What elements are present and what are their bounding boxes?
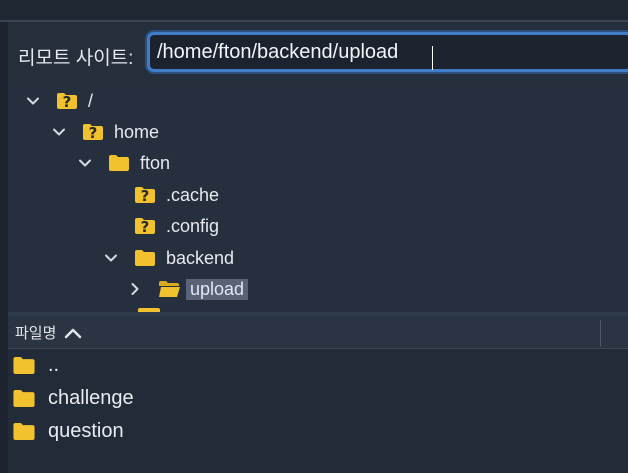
list-item[interactable]: .. [12,349,59,381]
svg-text:?: ? [63,93,72,110]
tree-item-backend[interactable]: backend [104,244,234,272]
folder-icon [12,422,36,441]
list-item-label: challenge [48,386,134,409]
svg-text:?: ? [141,218,150,235]
list-item[interactable]: challenge [12,382,134,414]
text-caret [432,46,433,70]
remote-site-bar: 리모트 사이트: [8,22,628,86]
remote-path-input[interactable] [147,32,628,72]
window-top-strip [0,0,628,20]
folder-icon [134,249,156,267]
tree-item-label: home [114,121,160,142]
tree-item-label: fton [140,152,171,173]
chevron-down-icon[interactable] [78,156,92,170]
file-list: .. challenge question [8,349,628,473]
list-item-label: .. [48,353,60,376]
unknown-folder-icon: ? [82,123,104,141]
chevron-down-icon[interactable] [26,94,40,108]
tree-item-upload[interactable]: upload [128,275,249,303]
tree-item-label: / [88,90,94,111]
tree-item-config[interactable]: ? .config [134,212,219,240]
unknown-folder-icon: ? [56,92,78,110]
folder-icon [108,154,130,172]
chevron-right-icon[interactable] [128,282,142,296]
unknown-folder-icon: ? [134,186,156,204]
left-border [0,22,8,473]
column-header-filename[interactable]: 파일명 [15,322,82,343]
open-folder-icon [158,280,180,298]
remote-site-label: 리모트 사이트: [18,48,134,69]
tree-item-label: backend [166,247,235,268]
svg-text:?: ? [141,187,150,204]
tree-item-fton[interactable]: fton [78,149,170,177]
tree-item-root[interactable]: ? / [26,87,93,115]
chevron-down-icon[interactable] [52,125,66,139]
folder-icon [12,356,36,375]
column-separator[interactable] [600,320,601,346]
tree-item-label-selected: upload [186,278,249,300]
sort-ascending-icon [65,328,82,338]
unknown-folder-icon: ? [134,217,156,235]
list-item-label: question [48,419,124,442]
tree-item-home[interactable]: ? home [52,118,159,146]
folder-icon [12,389,36,408]
svg-text:?: ? [89,124,98,141]
tree-item-label: .cache [166,184,220,205]
list-item[interactable]: question [12,415,124,447]
chevron-down-icon[interactable] [104,251,118,265]
remote-directory-tree: ? / ? home fton ? .cache ? .config backe… [8,86,628,312]
tree-item-cache[interactable]: ? .cache [134,181,219,209]
column-header-label: 파일명 [15,325,57,342]
file-list-header: 파일명 [8,316,628,349]
tree-item-label: .config [166,215,220,236]
